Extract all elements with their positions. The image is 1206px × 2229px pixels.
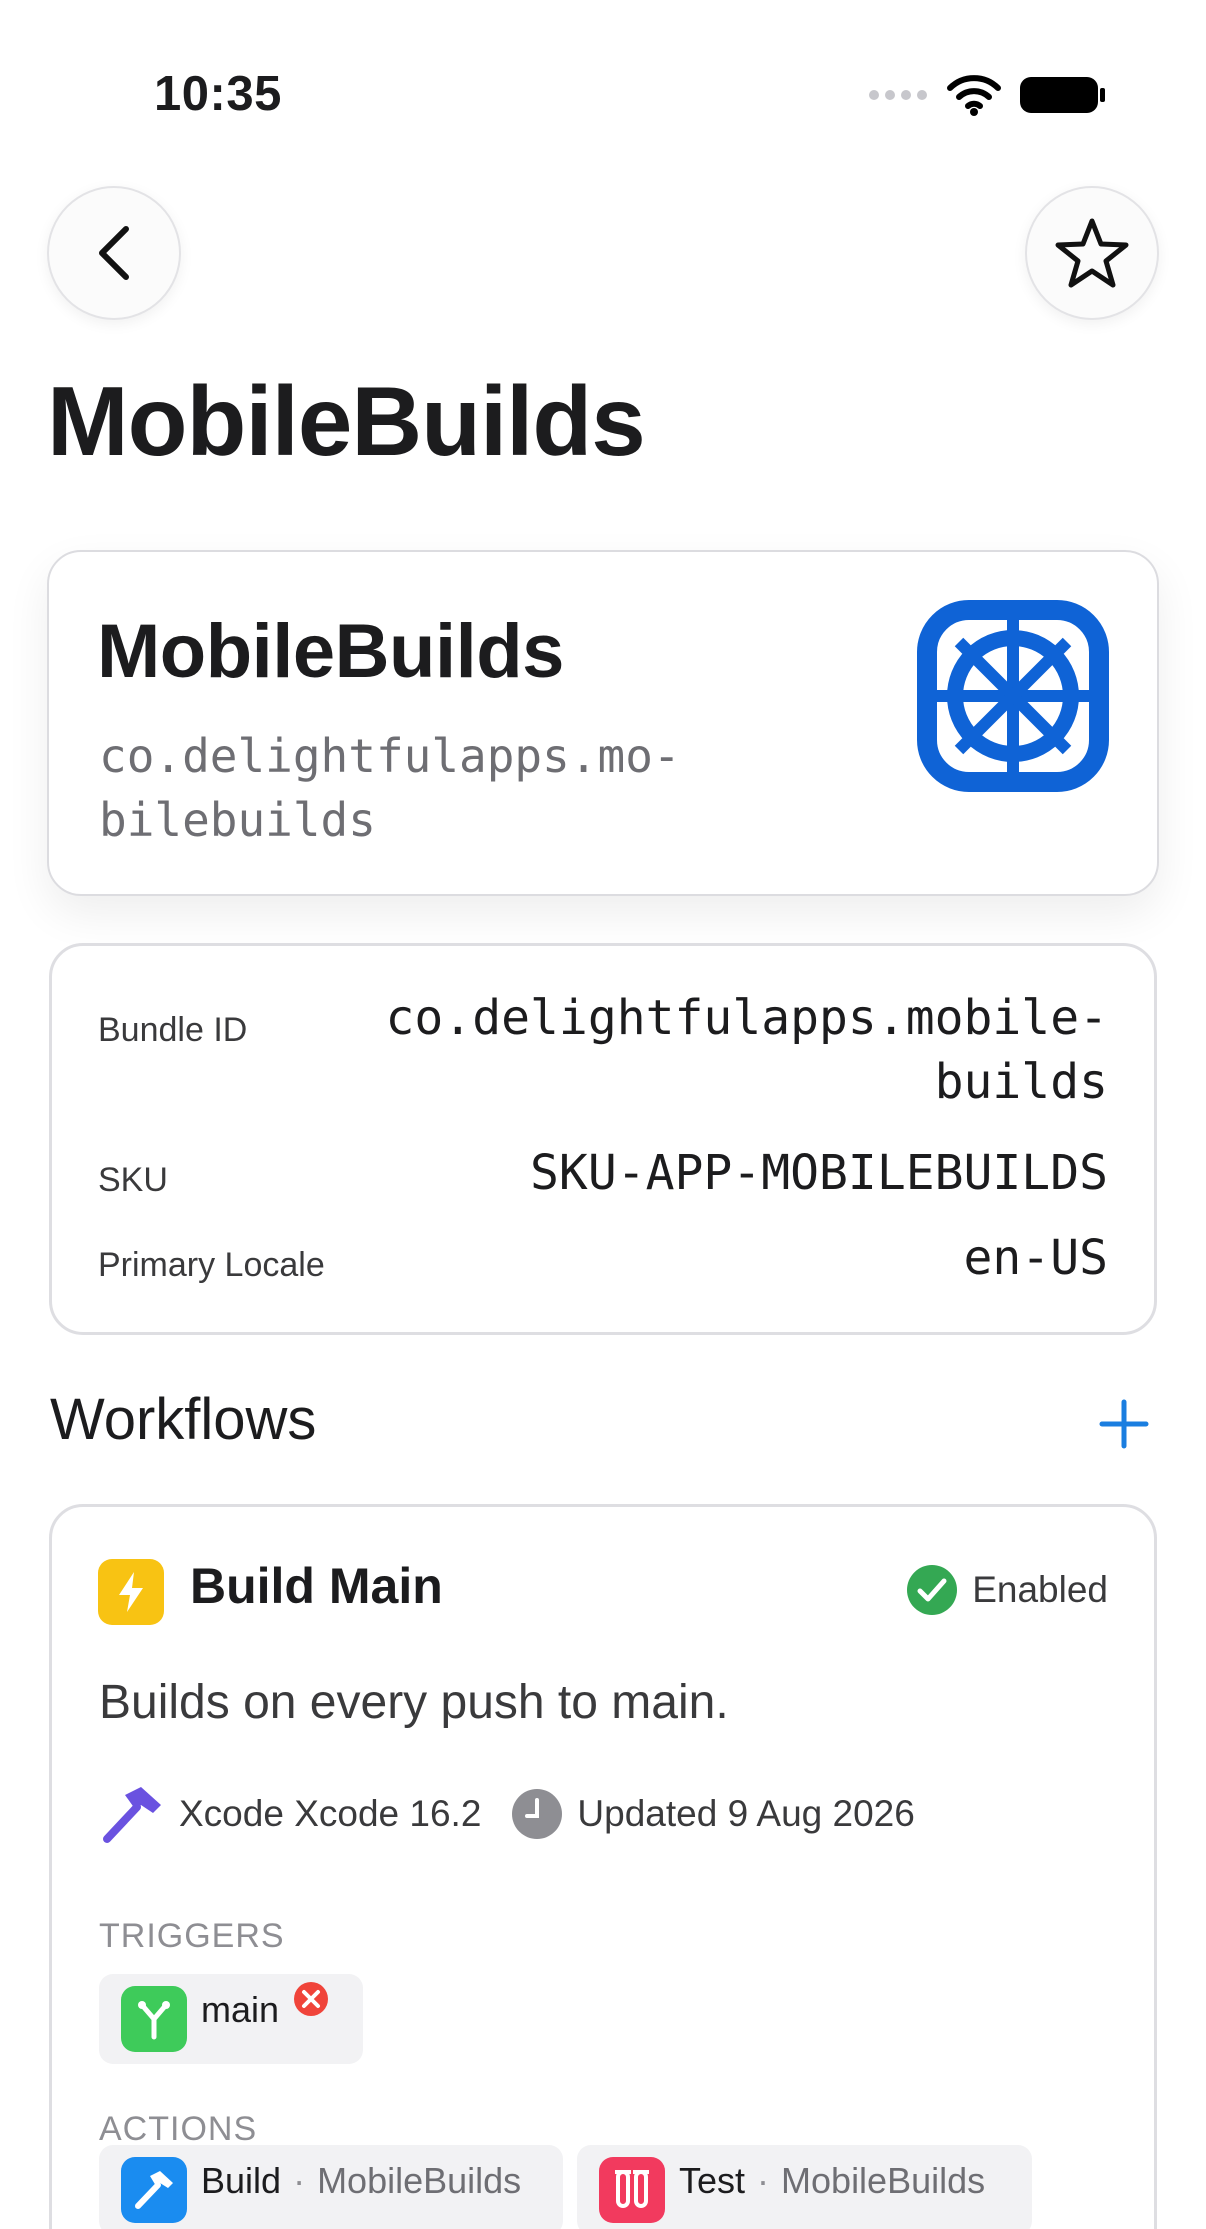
primary-locale-label: Primary Locale	[98, 1246, 325, 1284]
hammer-icon	[121, 2157, 187, 2223]
workflow-status: Enabled	[906, 1564, 1108, 1616]
app-summary-card: MobileBuilds co.delightfulapps.mo- bileb…	[47, 550, 1159, 896]
page-title: MobileBuilds	[47, 366, 646, 476]
app-details-card: Bundle ID co.delightfulapps.mobile- buil…	[49, 943, 1157, 1335]
status-time: 10:35	[154, 67, 282, 121]
primary-locale-value: en-US	[963, 1230, 1109, 1286]
workflows-title: Workflows	[50, 1387, 317, 1452]
clock-icon	[512, 1789, 563, 1839]
trigger-branch: main	[201, 1989, 280, 2030]
action-chip-test[interactable]: Test · MobileBuilds	[577, 2145, 1032, 2229]
workflow-name: Build Main	[190, 1558, 443, 1614]
status-icons	[868, 74, 1106, 116]
wifi-icon	[947, 75, 1001, 116]
star-icon	[1055, 218, 1129, 288]
action-name: Test	[679, 2160, 746, 2201]
sku-label: SKU	[98, 1161, 168, 1199]
app-bundle-id: co.delightfulapps.mo- bilebuilds	[99, 724, 819, 852]
sku-value: SKU-APP-MOBILEBUILDS	[530, 1145, 1108, 1201]
branch-icon	[121, 1986, 187, 2052]
xcode-version: Xcode Xcode 16.2	[179, 1793, 482, 1834]
action-chip-build[interactable]: Build · MobileBuilds	[99, 2145, 563, 2229]
x-circle-icon[interactable]	[293, 1981, 329, 2017]
add-workflow-button[interactable]	[1094, 1394, 1154, 1454]
workflow-card[interactable]: Build Main Enabled Builds on every push …	[49, 1504, 1157, 2229]
app-bundle-id-line: co.delightfulapps.mo-	[99, 729, 681, 783]
bundle-id-value-line: builds	[934, 1054, 1108, 1110]
separator-dot: ·	[293, 2160, 306, 2201]
app-name: MobileBuilds	[97, 609, 564, 694]
action-target: MobileBuilds	[781, 2160, 986, 2201]
hammer-icon	[103, 1787, 161, 1843]
checkmark-circle-icon	[907, 1565, 958, 1615]
updated-date: Updated 9 Aug 2026	[577, 1793, 915, 1834]
separator-dot: ·	[757, 2160, 770, 2201]
workflow-description: Builds on every push to main.	[99, 1676, 729, 1729]
bundle-id-value: co.delightfulapps.mobile- builds	[308, 986, 1108, 1114]
wheel-icon	[917, 600, 1109, 792]
action-name: Build	[201, 2160, 282, 2201]
test-tubes-icon	[599, 2157, 665, 2223]
workflow-status-text: Enabled	[972, 1569, 1108, 1610]
triggers-label: TRIGGERS	[99, 1917, 285, 1955]
actions-label: ACTIONS	[99, 2110, 258, 2148]
plus-icon	[1099, 1399, 1149, 1449]
bolt-icon	[98, 1559, 164, 1625]
bundle-id-label: Bundle ID	[98, 1011, 248, 1049]
battery-icon	[1020, 77, 1105, 113]
workflow-meta: Xcode Xcode 16.2 Updated 9 Aug 2026	[99, 1783, 915, 1845]
back-button[interactable]	[47, 186, 181, 320]
bundle-id-value-line: co.delightfulapps.mobile-	[385, 990, 1108, 1046]
signal-icon	[869, 90, 927, 100]
chevron-left-icon	[99, 226, 129, 280]
trigger-chip[interactable]: main	[99, 1974, 363, 2064]
app-detail-screen: 10:35 MobileBuilds MobileBuilds co.delig…	[0, 0, 1206, 2229]
action-target: MobileBuilds	[317, 2160, 522, 2201]
app-bundle-id-line: bilebuilds	[99, 793, 376, 847]
favorite-button[interactable]	[1025, 186, 1159, 320]
